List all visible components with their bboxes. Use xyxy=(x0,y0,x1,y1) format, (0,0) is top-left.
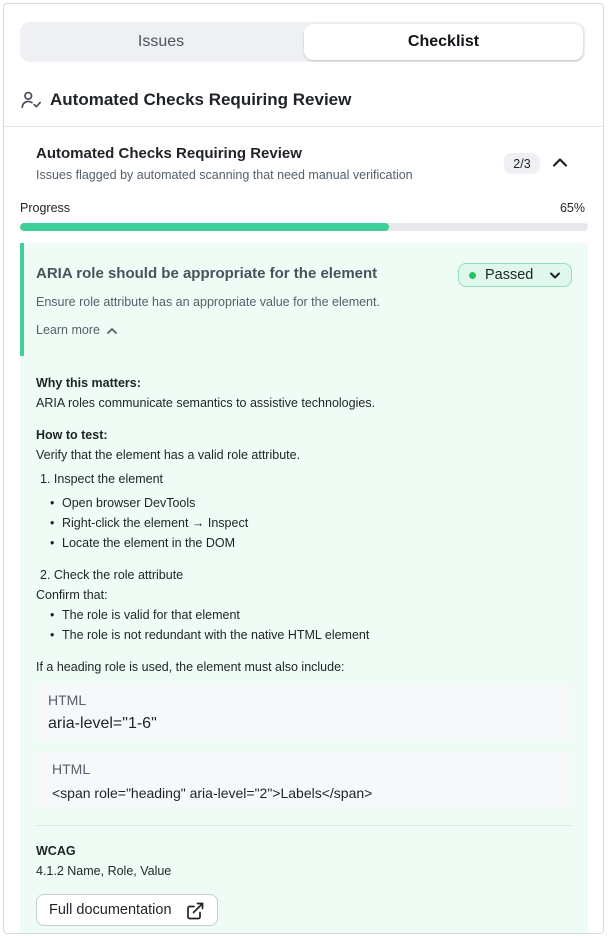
wcag-text: 4.1.2 Name, Role, Value xyxy=(36,864,172,878)
progress-value: 65% xyxy=(559,201,585,215)
view-tabs: Issues Checklist xyxy=(20,22,585,62)
card-accent xyxy=(20,243,24,356)
check-card: ARIA role should be appropriate for the … xyxy=(20,243,588,933)
list-item: Right-click the element → Inspect xyxy=(50,516,248,530)
group-title: Automated Checks Requiring Review xyxy=(36,145,302,162)
why-text: ARIA roles communicate semantics to assi… xyxy=(36,396,376,410)
doc-button-label: Full documentation xyxy=(49,902,172,918)
list-item: Open browser DevTools xyxy=(50,496,195,510)
step-2-title: 2. Check the role attribute xyxy=(40,568,184,582)
code-block: HTML <span role="heading" aria-level="2"… xyxy=(36,752,572,808)
list-item: The role is not redundant with the nativ… xyxy=(50,628,369,642)
why-heading: Why this matters: xyxy=(36,376,141,390)
step-1-title: 1. Inspect the element xyxy=(40,472,163,486)
status-dropdown[interactable]: Passed xyxy=(458,263,572,287)
count-badge: 2/3 xyxy=(504,153,540,174)
step-2-intro: Confirm that: xyxy=(36,588,108,602)
section-title: Automated Checks Requiring Review xyxy=(50,90,352,109)
code-text: aria-level="1-6" xyxy=(48,715,157,732)
code-language: HTML xyxy=(52,761,91,777)
how-text: Verify that the element has a valid role… xyxy=(36,448,301,462)
progress-fill xyxy=(20,223,390,231)
divider xyxy=(36,825,572,826)
group-subtitle: Issues flagged by automated scanning tha… xyxy=(36,168,413,182)
external-link-icon xyxy=(187,902,204,920)
code-text: <span role="heading" aria-level="2">Labe… xyxy=(52,785,373,801)
progress-label: Progress xyxy=(20,201,71,215)
full-documentation-button[interactable]: Full documentation xyxy=(36,894,218,926)
user-check-icon xyxy=(21,91,41,109)
check-description: Ensure role attribute has an appropriate… xyxy=(36,295,380,309)
chevron-up-icon[interactable] xyxy=(551,155,569,169)
status-label: Passed xyxy=(485,267,534,283)
code-language: HTML xyxy=(48,692,87,708)
tab-issues[interactable]: Issues xyxy=(20,22,302,62)
progress-bar xyxy=(20,223,588,231)
status-dot-icon xyxy=(469,271,476,279)
code-block: HTML aria-level="1-6" xyxy=(36,684,572,740)
tab-checklist[interactable]: Checklist xyxy=(304,24,583,60)
divider xyxy=(4,126,603,127)
section-header: Automated Checks Requiring Review xyxy=(20,88,351,112)
checklist-panel: Issues Checklist Automated Checks Requir… xyxy=(3,3,604,934)
list-item: Locate the element in the DOM xyxy=(50,536,235,550)
learn-more-toggle[interactable]: Learn more xyxy=(36,323,118,337)
heading-note: If a heading role is used, the element m… xyxy=(36,660,345,674)
wcag-heading: WCAG xyxy=(36,844,76,858)
learn-more-label: Learn more xyxy=(36,323,100,337)
list-item: The role is valid for that element xyxy=(50,608,240,622)
chevron-up-icon xyxy=(107,327,117,334)
check-title: ARIA role should be appropriate for the … xyxy=(36,265,378,282)
chevron-down-icon xyxy=(550,272,560,279)
how-heading: How to test: xyxy=(36,428,108,442)
